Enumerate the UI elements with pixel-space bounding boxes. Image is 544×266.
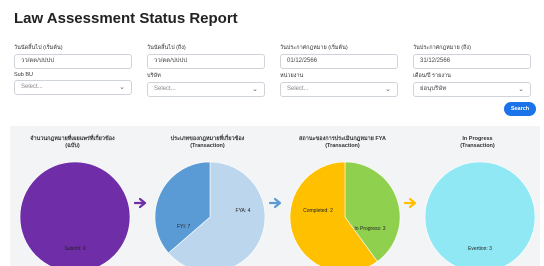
chart-3-slice-label-in-progress: In Progress: 3 [354,226,385,232]
period-label: เดือน/ปี รายงาน [413,73,451,79]
period-field: เดือน/ปี รายงาน ย่อนุบริษัท ⌄ [413,72,531,97]
chart-2-title-line2: (Transaction) [190,143,225,149]
arrow-1-path [134,197,147,209]
chart-4-title: In Progress (Transaction) [420,136,535,150]
date-from-label: วันนัดสิ้นไป (เริ่มต้น) [14,45,63,51]
chart-2-slice-label-fya: FYA: 4 [236,208,251,214]
law-date-from-label: วันประกาศกฎหมาย (เริ่มต้น) [280,45,348,51]
agency-value: Select... [287,86,309,92]
arrow-right-icon [404,197,417,209]
law-date-from-input[interactable]: 01/12/2566 [280,54,398,69]
sub-bu-field: Sub BU Select... ⌄ [14,72,132,95]
sub-bu-label: Sub BU [14,72,33,78]
chart-4-title-line2: (Transaction) [460,143,495,149]
company-value: Select... [154,86,176,92]
sub-bu-value: Select... [21,84,43,90]
date-from-input[interactable]: วว/ดด/ปปปป [14,54,132,69]
sub-bu-select[interactable]: Select... ⌄ [14,80,132,95]
chart-1-title-line2: (ฉบับ) [65,143,80,149]
arrow-2-path [269,197,282,209]
date-from-field: วันนัดสิ้นไป (เริ่มต้น) วว/ดด/ปปปป [14,44,132,69]
chart-2-svg: FYI: 7 FYA: 4 [154,161,266,266]
chart-2-slice-label-fyi: FYI: 7 [177,224,191,230]
agency-label: หน่วยงาน [280,73,304,79]
company-field: บริษัท Select... ⌄ [147,72,265,97]
law-date-to-label: วันประกาศกฎหมาย (ถึง) [413,45,471,51]
arrow-3-path [404,197,417,209]
chevron-down-icon: ⌄ [518,86,524,93]
chart-2-pie[interactable]: FYI: 7 FYA: 4 [154,161,266,266]
chevron-down-icon: ⌄ [252,86,258,93]
law-date-from-field: วันประกาศกฎหมาย (เริ่มต้น) 01/12/2566 [280,44,398,69]
page-title: Law Assessment Status Report [14,10,238,27]
chart-1-pie[interactable]: Submit: 9 [19,161,131,266]
chart-3-title-line1: สถานะของการประเมินกฎหมาย FYA [299,136,386,142]
chart-3-slice-label-completed: Completed: 2 [303,208,333,214]
chevron-down-icon: ⌄ [119,84,125,91]
chart-4-title-line1: In Progress [462,136,493,142]
chart-2-slices [154,161,266,266]
chart-3-slices [289,161,401,266]
chevron-down-icon: ⌄ [385,86,391,93]
chart-1-slice-label: Submit: 9 [64,246,85,252]
charts-panel: จำนวนกฎหมายที่เผยแพร่ที่เกี่ยวข้อง (ฉบับ… [10,126,540,266]
agency-select[interactable]: Select... ⌄ [280,82,398,97]
arrow-right-icon [269,197,282,209]
date-to-input[interactable]: วว/ดด/ปปปป [147,54,265,69]
chart-3-pie[interactable]: Completed: 2 In Progress: 3 [289,161,401,266]
law-date-to-field: วันประกาศกฎหมาย (ถึง) 31/12/2566 [413,44,531,69]
period-value: ย่อนุบริษัท [420,86,447,92]
chart-1-svg: Submit: 9 [19,161,131,266]
chart-4-slice-label: Evertion: 3 [468,246,492,252]
law-date-to-input[interactable]: 31/12/2566 [413,54,531,69]
period-select[interactable]: ย่อนุบริษัท ⌄ [413,82,531,97]
chart-2-title-line1: ประเภทของกฎหมายที่เกี่ยวข้อง [170,136,245,142]
chart-4-svg: Evertion: 3 [424,161,536,266]
chart-2-title: ประเภทของกฎหมายที่เกี่ยวข้อง (Transactio… [150,136,265,150]
chart-1-title: จำนวนกฎหมายที่เผยแพร่ที่เกี่ยวข้อง (ฉบับ… [15,136,130,150]
date-to-field: วันนัดสิ้นไป (ถึง) วว/ดด/ปปปป [147,44,265,69]
chart-3-title-line2: (Transaction) [325,143,360,149]
company-select[interactable]: Select... ⌄ [147,82,265,97]
arrow-right-icon [134,197,147,209]
chart-3-svg: Completed: 2 In Progress: 3 [289,161,401,266]
date-to-label: วันนัดสิ้นไป (ถึง) [147,45,186,51]
company-label: บริษัท [147,73,161,79]
chart-3-title: สถานะของการประเมินกฎหมาย FYA (Transactio… [285,136,400,150]
search-button[interactable]: Search [504,102,536,116]
agency-field: หน่วยงาน Select... ⌄ [280,72,398,97]
chart-1-title-line1: จำนวนกฎหมายที่เผยแพร่ที่เกี่ยวข้อง [30,136,115,142]
chart-4-pie[interactable]: Evertion: 3 [424,161,536,266]
